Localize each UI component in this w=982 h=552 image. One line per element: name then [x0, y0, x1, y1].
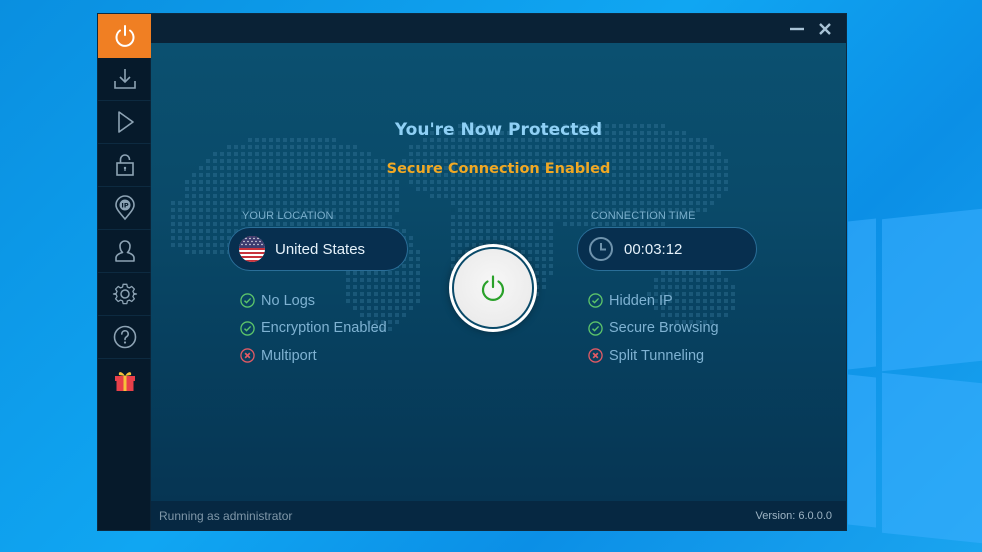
clock-icon	[589, 237, 613, 261]
connection-time-label: CONNECTION TIME	[591, 210, 696, 222]
check-circle-icon	[588, 293, 603, 308]
title-bar	[151, 14, 846, 43]
sidebar-item-ip[interactable]: IP	[98, 187, 151, 230]
connection-status-subtitle: Secure Connection Enabled	[386, 161, 611, 177]
minimize-button[interactable]	[786, 18, 808, 40]
close-icon	[819, 23, 831, 35]
check-circle-icon	[588, 321, 603, 336]
x-circle-icon	[588, 348, 603, 363]
download-icon	[113, 69, 136, 89]
help-icon	[113, 325, 136, 349]
sidebar-item-settings[interactable]	[98, 273, 151, 316]
gift-icon	[114, 371, 135, 391]
sidebar-item-gift[interactable]	[98, 359, 151, 402]
location-selector[interactable]: United States	[228, 227, 408, 271]
power-icon	[481, 275, 505, 301]
gear-icon	[112, 283, 137, 305]
user-icon	[114, 240, 135, 262]
connection-time-display: 00:03:12	[577, 227, 757, 271]
power-icon	[115, 25, 134, 47]
close-button[interactable]	[814, 18, 836, 40]
sidebar-item-download[interactable]	[98, 58, 151, 101]
sidebar-item-security[interactable]	[98, 144, 151, 187]
sidebar-item-connect[interactable]	[98, 14, 151, 58]
feature-item: Encryption Enabled	[240, 315, 387, 343]
connection-time-value: 00:03:12	[624, 240, 683, 258]
feature-item: Multiport	[240, 342, 387, 370]
version-text: Version: 6.0.0.0	[755, 509, 832, 522]
check-circle-icon	[240, 321, 255, 336]
sidebar-item-help[interactable]	[98, 316, 151, 359]
connect-toggle-button[interactable]	[449, 244, 537, 332]
feature-item: Hidden IP	[588, 287, 719, 315]
play-icon	[117, 111, 134, 133]
x-circle-icon	[240, 348, 255, 363]
sidebar-item-streaming[interactable]	[98, 101, 151, 144]
feature-item: No Logs	[240, 287, 387, 315]
protection-status-title: You're Now Protected	[394, 120, 603, 140]
vpn-app-window: IP You're Now Protected Secure Connectio…	[97, 13, 847, 531]
minimize-icon	[790, 27, 804, 31]
your-location-label: YOUR LOCATION	[242, 210, 334, 222]
windows-logo-wallpaper	[848, 208, 982, 552]
admin-status-text: Running as administrator	[159, 508, 293, 523]
ip-location-icon: IP	[114, 195, 135, 221]
status-bar: Running as administrator Version: 6.0.0.…	[151, 501, 846, 530]
lock-icon	[115, 154, 134, 176]
location-country: United States	[275, 240, 366, 258]
sidebar: IP	[98, 14, 151, 530]
features-left: No Logs Encryption Enabled Multiport	[240, 287, 387, 370]
check-circle-icon	[240, 293, 255, 308]
us-flag-icon	[239, 236, 265, 262]
sidebar-item-account[interactable]	[98, 230, 151, 273]
features-right: Hidden IP Secure Browsing Split Tunnelin…	[588, 287, 719, 370]
feature-item: Split Tunneling	[588, 342, 719, 370]
feature-item: Secure Browsing	[588, 315, 719, 343]
svg-text:IP: IP	[121, 202, 128, 210]
main-panel: You're Now Protected Secure Connection E…	[151, 43, 846, 501]
